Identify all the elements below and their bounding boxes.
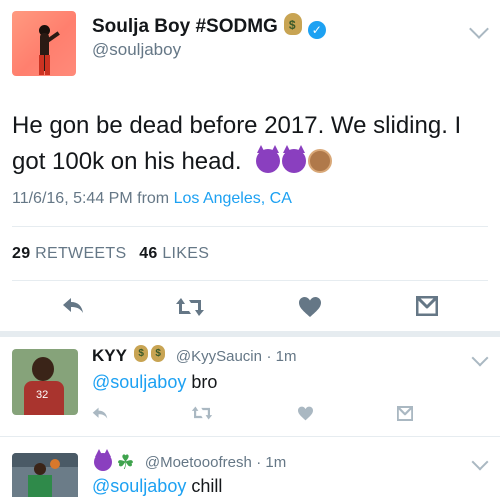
retweet-icon[interactable] <box>191 405 213 421</box>
author-display-name[interactable]: Soulja Boy #SODMG <box>92 16 278 37</box>
reply-icon[interactable] <box>92 406 108 421</box>
author-handle[interactable]: @souljaboy <box>92 40 181 60</box>
divider <box>0 436 500 437</box>
chevron-down-icon[interactable] <box>471 349 489 367</box>
tweet-meta: 11/6/16, 5:44 PM from Los Angeles, CA <box>12 190 292 208</box>
section-separator <box>0 331 500 337</box>
money-bag-icon <box>134 345 149 362</box>
retweet-icon[interactable] <box>175 296 205 318</box>
engagement-counts: 29 RETWEETS 46 LIKES <box>12 245 209 263</box>
reply-text: @souljaboy chill <box>92 476 222 497</box>
reply-icon[interactable] <box>62 296 84 316</box>
reply-time: · 1m <box>256 454 287 471</box>
reply-header: ☘ @Moetooofresh · 1m <box>92 449 287 475</box>
reply-time: · 1m <box>266 348 297 365</box>
reply-display-name[interactable]: KYY <box>92 346 127 365</box>
money-bag-icon <box>283 13 302 35</box>
chevron-down-icon[interactable] <box>471 453 489 471</box>
reply-avatar[interactable] <box>12 453 78 497</box>
heart-icon[interactable] <box>297 406 314 421</box>
tweet-text-line2: got 100k on his head. <box>12 148 242 175</box>
dm-icon[interactable] <box>416 296 438 316</box>
reply-mention[interactable]: @souljaboy <box>92 476 186 496</box>
reply-handle[interactable]: @Moetooofresh <box>145 454 252 471</box>
retweets-count[interactable]: 29 <box>12 245 30 262</box>
reply-body: chill <box>191 476 223 496</box>
author-name-row[interactable]: Soulja Boy #SODMG ✓ <box>92 13 326 39</box>
heart-icon[interactable] <box>298 296 322 318</box>
devil-emoji-icon <box>94 449 112 471</box>
devil-emoji-icon <box>282 145 307 173</box>
divider <box>12 226 488 227</box>
likes-label[interactable]: LIKES <box>162 245 209 262</box>
reply-body: bro <box>191 372 218 392</box>
tweet-text-line1: He gon be dead before 2017. We sliding. … <box>12 112 462 139</box>
likes-count[interactable]: 46 <box>139 245 157 262</box>
shamrock-icon: ☘ <box>116 452 135 474</box>
reply-text: @souljaboy bro <box>92 372 217 393</box>
tweet-timestamp: 11/6/16, 5:44 PM from <box>12 190 170 207</box>
verified-icon: ✓ <box>307 21 326 39</box>
dm-icon[interactable] <box>397 406 413 421</box>
reply-header: KYY @KyySaucin · 1m <box>92 345 296 366</box>
devil-emoji-icon <box>256 145 281 173</box>
money-bag-icon <box>151 345 166 362</box>
see-no-evil-monkey-icon <box>308 149 333 173</box>
reply-mention[interactable]: @souljaboy <box>92 372 186 392</box>
retweets-label[interactable]: RETWEETS <box>35 245 126 262</box>
reply-avatar[interactable]: 32 <box>12 349 78 415</box>
reply-handle[interactable]: @KyySaucin <box>176 348 262 365</box>
chevron-down-icon[interactable] <box>469 19 489 39</box>
tweet-location-link[interactable]: Los Angeles, CA <box>174 190 292 207</box>
tweet-text: He gon be dead before 2017. We sliding. … <box>12 108 487 180</box>
divider <box>12 280 488 281</box>
author-avatar[interactable] <box>12 11 76 76</box>
